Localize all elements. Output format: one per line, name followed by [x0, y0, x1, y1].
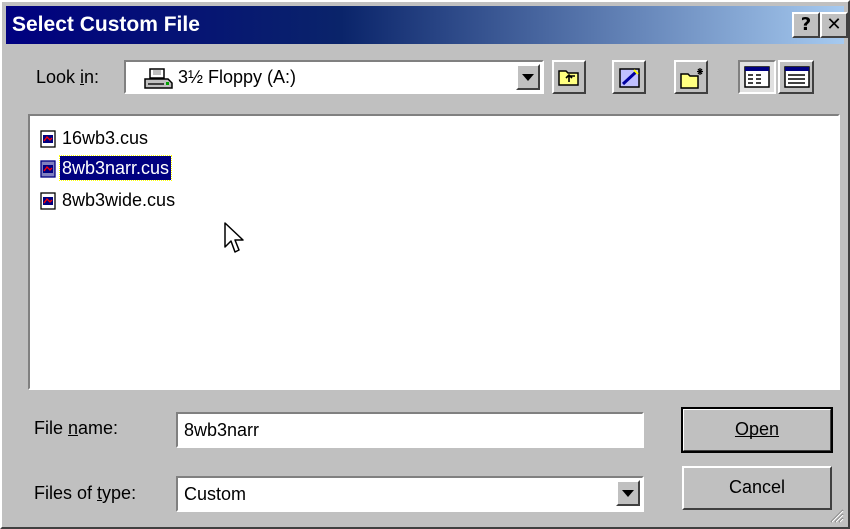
look-in-dropdown[interactable]: 3½ Floppy (A:) — [124, 60, 544, 94]
files-of-type-dropdown-button[interactable] — [616, 480, 640, 506]
list-item[interactable]: 8wb3wide.cus — [40, 186, 240, 214]
files-of-type-value: Custom — [184, 484, 247, 504]
help-button[interactable]: ? — [792, 12, 820, 38]
new-folder-icon — [680, 68, 703, 89]
cancel-button-label: Cancel — [728, 477, 786, 497]
desktop-icon — [619, 68, 640, 88]
look-in-dropdown-button[interactable] — [516, 64, 540, 90]
select-custom-file-dialog: Select Custom File ? ✕ Look in: 3½ Flopp… — [0, 0, 850, 529]
file-name-input[interactable]: 8wb3narr — [176, 412, 644, 448]
title-bar[interactable]: Select Custom File ? ✕ — [6, 6, 848, 44]
go-to-desktop-button[interactable] — [612, 60, 646, 94]
cancel-button[interactable]: Cancel — [682, 466, 832, 510]
close-button[interactable]: ✕ — [820, 12, 848, 38]
list-view-button[interactable] — [738, 60, 776, 94]
up-one-level-button[interactable] — [552, 60, 586, 94]
custom-file-icon — [40, 160, 56, 178]
files-of-type-dropdown[interactable]: Custom — [176, 476, 644, 512]
file-name: 16wb3.cus — [62, 128, 149, 148]
open-button[interactable]: Open — [681, 407, 833, 453]
look-in-label: Look in: — [36, 67, 100, 87]
open-button-label: Open — [734, 419, 780, 439]
list-view-icon — [744, 66, 770, 88]
close-icon: ✕ — [826, 14, 842, 35]
list-item-selected[interactable]: 8wb3narr.cus — [40, 154, 240, 182]
create-new-folder-button[interactable] — [674, 60, 708, 94]
file-name-label: File name: — [34, 418, 119, 438]
look-in-value: 3½ Floppy (A:) — [178, 67, 297, 87]
mouse-pointer-icon — [224, 222, 244, 253]
file-name-value: 8wb3narr — [184, 420, 260, 440]
file-name: 8wb3wide.cus — [62, 190, 176, 210]
custom-file-icon — [40, 192, 56, 210]
up-one-level-icon — [558, 70, 579, 86]
details-view-icon — [784, 66, 810, 88]
details-view-button[interactable] — [778, 60, 814, 94]
file-name: 8wb3narr.cus — [58, 155, 173, 181]
list-item[interactable]: 16wb3.cus — [40, 124, 240, 152]
resize-grip-icon[interactable] — [830, 509, 844, 523]
file-list[interactable]: 16wb3.cus 8wb3narr.cus 8wb3wide.cus — [28, 114, 840, 390]
floppy-drive-icon — [144, 68, 173, 89]
files-of-type-label: Files of type: — [34, 483, 137, 503]
custom-file-icon — [40, 130, 56, 148]
dialog-title: Select Custom File — [12, 13, 200, 36]
